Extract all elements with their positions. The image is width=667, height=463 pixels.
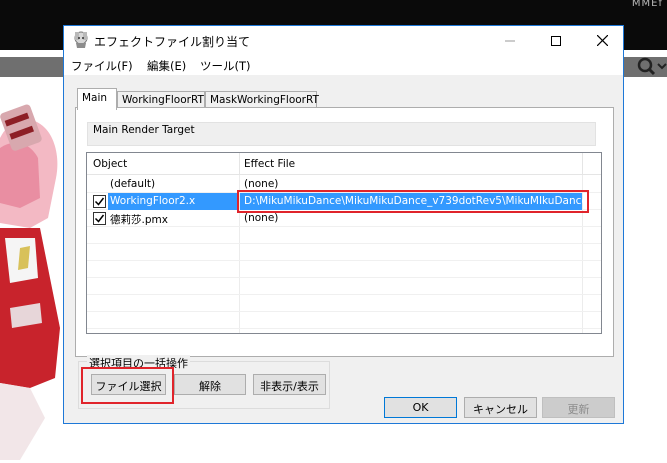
table-row-empty [87,312,601,329]
tab-main[interactable]: Main [77,88,117,110]
table-row-empty [87,261,601,278]
character-model-preview [0,78,66,460]
render-target-label: Main Render Target [93,124,195,136]
cancel-button[interactable]: キャンセル [464,397,537,418]
menu-tools[interactable]: ツール(T) [200,58,251,74]
table-row[interactable]: (default) (none) [87,176,601,193]
list-header: Object Effect File [87,153,601,175]
table-row[interactable]: 德莉莎.pmx (none) [87,210,601,227]
search-icon[interactable] [630,55,667,79]
column-divider[interactable] [239,153,240,175]
toggle-visibility-button[interactable]: 非表示/表示 [253,374,326,395]
table-row-empty [87,244,601,261]
dialog-titlebar: エフェクトファイル割り当て [64,26,623,55]
app-icon [72,31,90,49]
row-object-name: 德莉莎.pmx [110,214,168,226]
row-checkbox[interactable] [93,212,106,225]
column-header-object[interactable]: Object [93,158,127,170]
select-file-button[interactable]: ファイル選択 [91,374,166,395]
maximize-button[interactable] [533,26,579,55]
row-effect-file: D:\MikuMikuDance\MikuMikuDance_v739dotRe… [244,195,602,207]
ok-button[interactable]: OK [384,397,457,418]
row-effect-file: (none) [244,178,279,190]
column-divider[interactable] [582,153,583,175]
tab-strip: Main WorkingFloorRT MaskWorkingFloorRT [64,88,623,110]
dialog-title: エフェクトファイル割り当て [94,35,251,49]
table-row-empty [87,295,601,312]
effect-assignment-dialog: エフェクトファイル割り当て ファイル(F) 編集(E) ツール(T) Main … [63,25,624,424]
close-button[interactable] [579,26,625,55]
menu-edit[interactable]: 編集(E) [147,58,186,74]
minimize-button[interactable] [487,26,533,55]
batch-operations-label: 選択項目の一括操作 [87,355,190,371]
row-effect-file: (none) [244,212,279,224]
column-header-effect-file[interactable]: Effect File [244,158,295,170]
update-button[interactable]: 更新 [542,397,615,418]
menu-file[interactable]: ファイル(F) [71,58,133,74]
row-object-name: WorkingFloor2.x [110,195,196,207]
background-app-title: MMEf [631,0,663,9]
release-button[interactable]: 解除 [174,374,246,395]
table-row[interactable]: WorkingFloor2.x D:\MikuMikuDance\MikuMik… [87,193,601,210]
table-row-empty [87,278,601,295]
menu-bar: ファイル(F) 編集(E) ツール(T) [64,55,623,75]
row-object-name: (default) [110,178,156,190]
effect-assignment-list[interactable]: Object Effect File (default) (none) Work… [86,152,602,334]
table-row-empty [87,227,601,244]
row-checkbox[interactable] [93,195,106,208]
